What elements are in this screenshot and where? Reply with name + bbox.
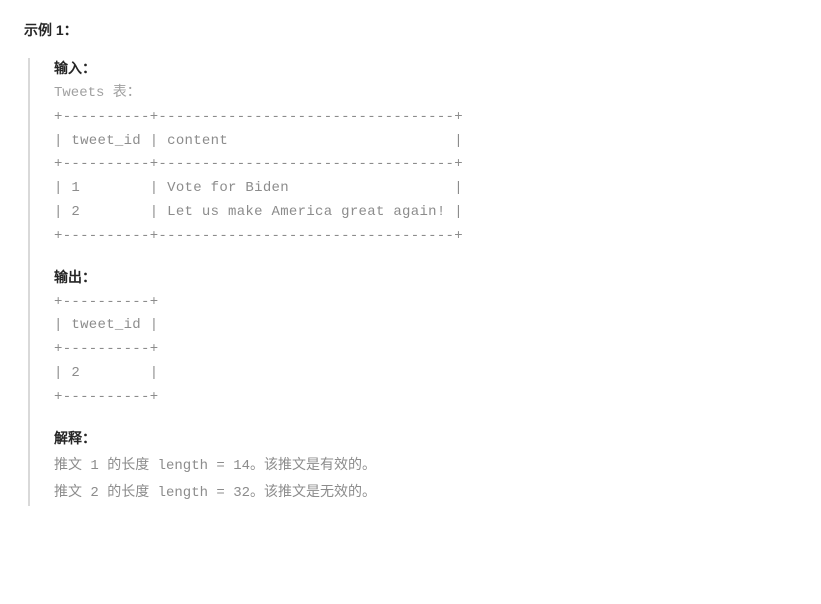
output-heading: 输出： xyxy=(54,267,797,287)
input-subtext: Tweets 表： xyxy=(54,82,797,106)
explanation-line-2: 推文 2 的长度 length = 32。该推文是无效的。 xyxy=(54,479,797,506)
input-heading: 输入： xyxy=(54,58,797,78)
explanation-line-1: 推文 1 的长度 length = 14。该推文是有效的。 xyxy=(54,452,797,479)
example-title: 示例 1： xyxy=(24,20,797,40)
example-block: 输入： Tweets 表： +----------+--------------… xyxy=(28,58,797,506)
output-table: +----------+ | tweet_id | +----------+ |… xyxy=(54,291,797,410)
explanation-heading: 解释： xyxy=(54,428,797,448)
input-table: +----------+----------------------------… xyxy=(54,106,797,249)
